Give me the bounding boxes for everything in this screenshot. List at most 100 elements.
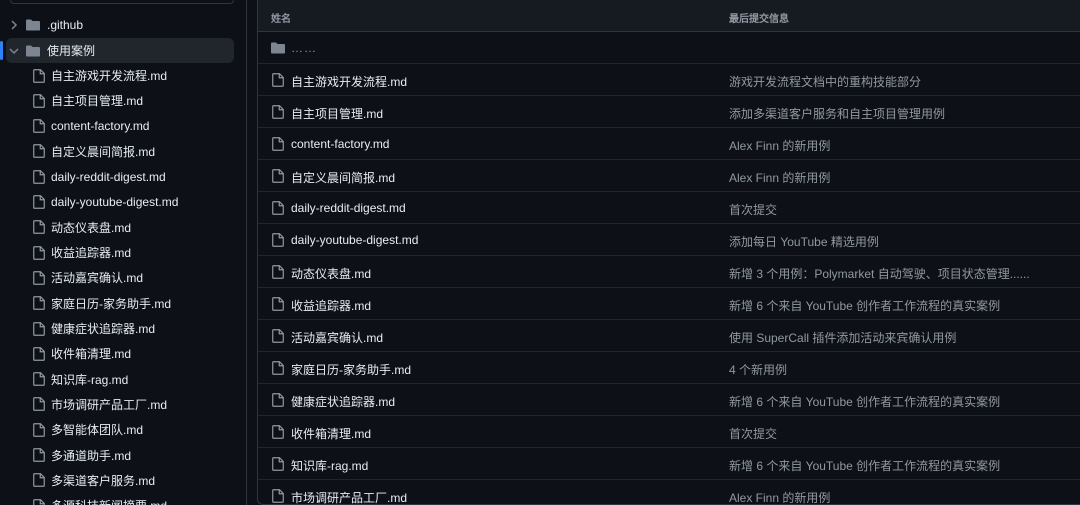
file-table: 姓名 最后提交信息 …… 自主游戏开发流程.md 游戏开发流程文档中的重构技能部分… bbox=[257, 0, 1080, 505]
commit-message-link[interactable]: 新增 6 个来自 YouTube 创作者工作流程的真实案例 bbox=[729, 297, 1000, 314]
tree-file-item[interactable]: 健康症状追踪器.md bbox=[0, 316, 234, 341]
tree-file-label: 多通道助手.md bbox=[51, 448, 132, 463]
table-row[interactable]: 自主游戏开发流程.md 游戏开发流程文档中的重构技能部分 bbox=[258, 64, 1080, 96]
file-icon bbox=[271, 137, 285, 151]
file-name-link[interactable]: 自定义晨间简报.md bbox=[291, 169, 395, 186]
commit-message-link[interactable]: Alex Finn 的新用例 bbox=[729, 137, 830, 154]
file-name-link[interactable]: daily-reddit-digest.md bbox=[291, 201, 406, 215]
table-header: 姓名 最后提交信息 bbox=[258, 0, 1080, 32]
file-icon bbox=[33, 169, 45, 184]
tree-file-label: 多源科技新闻摘要.md bbox=[51, 497, 167, 505]
file-icon bbox=[33, 498, 45, 505]
tree-file-item[interactable]: 多通道助手.md bbox=[0, 443, 234, 468]
tree-file-item[interactable]: daily-reddit-digest.md bbox=[0, 164, 234, 189]
file-icon bbox=[271, 457, 285, 471]
column-header-name: 姓名 bbox=[271, 14, 291, 25]
tree-file-item[interactable]: 多渠道客户服务.md bbox=[0, 468, 234, 493]
tree-folder-use-cases[interactable]: 使用案例 bbox=[0, 38, 234, 63]
file-icon bbox=[33, 245, 45, 260]
table-row[interactable]: 知识库-rag.md 新增 6 个来自 YouTube 创作者工作流程的真实案例 bbox=[258, 448, 1080, 480]
file-icon bbox=[33, 296, 45, 311]
tree-file-label: content-factory.md bbox=[51, 119, 150, 134]
file-name-link[interactable]: 活动嘉宾确认.md bbox=[291, 329, 383, 346]
file-name-link[interactable]: content-factory.md bbox=[291, 137, 389, 151]
table-row[interactable]: 收益追踪器.md 新增 6 个来自 YouTube 创作者工作流程的真实案例 bbox=[258, 288, 1080, 320]
tree-file-label: 市场调研产品工厂.md bbox=[51, 397, 168, 412]
file-icon bbox=[271, 297, 285, 311]
tree-file-label: 动态仪表盘.md bbox=[51, 220, 132, 235]
file-icon bbox=[33, 473, 45, 488]
file-icon bbox=[33, 119, 45, 133]
file-name-link[interactable]: 自主项目管理.md bbox=[291, 105, 383, 122]
file-name-link[interactable]: 健康症状追踪器.md bbox=[291, 393, 395, 410]
commit-message-link[interactable]: 添加多渠道客户服务和自主项目管理用例 bbox=[729, 105, 945, 122]
file-name-link[interactable]: 家庭日历-家务助手.md bbox=[291, 361, 411, 378]
table-row[interactable]: daily-reddit-digest.md 首次提交 bbox=[258, 192, 1080, 224]
chevron-right-icon[interactable] bbox=[8, 19, 20, 30]
table-row[interactable]: 家庭日历-家务助手.md 4 个新用例 bbox=[258, 352, 1080, 384]
commit-message-link[interactable]: 使用 SuperCall 插件添加活动来宾确认用例 bbox=[729, 329, 956, 346]
file-icon bbox=[271, 265, 285, 279]
file-name-link[interactable]: 收件箱清理.md bbox=[291, 425, 371, 442]
tree-file-item[interactable]: 多智能体团队.md bbox=[0, 417, 234, 442]
tree-file-item[interactable]: 动态仪表盘.md bbox=[0, 215, 234, 240]
commit-message-link[interactable]: 新增 6 个来自 YouTube 创作者工作流程的真实案例 bbox=[729, 393, 1000, 410]
file-name-link[interactable]: 动态仪表盘.md bbox=[291, 265, 371, 282]
commit-message-link[interactable]: Alex Finn 的新用例 bbox=[729, 169, 830, 186]
file-name-link[interactable]: 收益追踪器.md bbox=[291, 297, 371, 314]
commit-message-link[interactable]: 首次提交 bbox=[729, 425, 777, 442]
tree-file-item[interactable]: 收件箱清理.md bbox=[0, 341, 234, 366]
tree-file-item[interactable]: daily-youtube-digest.md bbox=[0, 190, 234, 215]
file-icon bbox=[271, 169, 285, 183]
table-row[interactable]: content-factory.md Alex Finn 的新用例 bbox=[258, 128, 1080, 160]
table-row[interactable]: 健康症状追踪器.md 新增 6 个来自 YouTube 创作者工作流程的真实案例 bbox=[258, 384, 1080, 416]
tree-file-item[interactable]: 多源科技新闻摘要.md bbox=[0, 493, 234, 505]
parent-directory-row[interactable]: …… bbox=[258, 32, 1080, 64]
table-row[interactable]: 市场调研产品工厂.md Alex Finn 的新用例 bbox=[258, 480, 1080, 504]
table-row[interactable]: 动态仪表盘.md 新增 3 个用例：Polymarket 自动驾驶、项目状态管理.… bbox=[258, 256, 1080, 288]
table-row[interactable]: daily-youtube-digest.md 添加每日 YouTube 精选用例 bbox=[258, 224, 1080, 256]
commit-message-link[interactable]: 4 个新用例 bbox=[729, 361, 787, 378]
folder-icon bbox=[271, 41, 285, 55]
file-name-link[interactable]: 市场调研产品工厂.md bbox=[291, 489, 407, 504]
file-name-link[interactable]: daily-youtube-digest.md bbox=[291, 233, 418, 247]
file-name-link[interactable]: 自主游戏开发流程.md bbox=[291, 73, 407, 90]
file-icon bbox=[33, 346, 45, 361]
file-icon bbox=[271, 425, 285, 439]
parent-directory-link[interactable]: …… bbox=[291, 41, 317, 55]
table-row[interactable]: 自定义晨间简报.md Alex Finn 的新用例 bbox=[258, 160, 1080, 192]
tree-file-item[interactable]: content-factory.md bbox=[0, 114, 234, 139]
tree-folder-label: .github bbox=[47, 17, 84, 32]
tree-folder-github[interactable]: .github bbox=[0, 12, 234, 37]
tree-file-item[interactable]: 知识库-rag.md bbox=[0, 367, 234, 392]
file-name-link[interactable]: 知识库-rag.md bbox=[291, 457, 368, 474]
tree-file-label: 家庭日历-家务助手.md bbox=[51, 296, 172, 311]
commit-message-link[interactable]: 新增 6 个来自 YouTube 创作者工作流程的真实案例 bbox=[729, 457, 1000, 474]
tree-file-item[interactable]: 自主项目管理.md bbox=[0, 88, 234, 113]
tree-file-label: daily-reddit-digest.md bbox=[51, 169, 166, 184]
commit-message-link[interactable]: 首次提交 bbox=[729, 201, 777, 218]
file-icon bbox=[33, 144, 45, 159]
tree-file-item[interactable]: 家庭日历-家务助手.md bbox=[0, 291, 234, 316]
tree-file-label: 自定义晨间简报.md bbox=[51, 144, 156, 159]
tree-file-item[interactable]: 自定义晨间简报.md bbox=[0, 139, 234, 164]
commit-message-link[interactable]: 新增 3 个用例：Polymarket 自动驾驶、项目状态管理...... bbox=[729, 265, 1030, 282]
tree-file-item[interactable]: 收益追踪器.md bbox=[0, 240, 234, 265]
table-row[interactable]: 收件箱清理.md 首次提交 bbox=[258, 416, 1080, 448]
file-icon bbox=[271, 393, 285, 407]
tree-file-item[interactable]: 自主游戏开发流程.md bbox=[0, 63, 234, 88]
file-icon bbox=[271, 105, 285, 119]
tree-file-label: 收益追踪器.md bbox=[51, 246, 132, 261]
tree-file-label: 自主游戏开发流程.md bbox=[51, 69, 168, 83]
file-icon bbox=[33, 372, 45, 386]
table-row[interactable]: 活动嘉宾确认.md 使用 SuperCall 插件添加活动来宾确认用例 bbox=[258, 320, 1080, 352]
tree-file-label: daily-youtube-digest.md bbox=[51, 195, 179, 209]
commit-message-link[interactable]: 添加每日 YouTube 精选用例 bbox=[729, 233, 879, 250]
tree-file-item[interactable]: 市场调研产品工厂.md bbox=[0, 392, 234, 417]
chevron-down-icon[interactable] bbox=[8, 47, 20, 55]
tree-file-item[interactable]: 活动嘉宾确认.md bbox=[0, 265, 234, 290]
commit-message-link[interactable]: Alex Finn 的新用例 bbox=[729, 489, 830, 504]
table-row[interactable]: 自主项目管理.md 添加多渠道客户服务和自主项目管理用例 bbox=[258, 96, 1080, 128]
commit-message-link[interactable]: 游戏开发流程文档中的重构技能部分 bbox=[729, 73, 921, 90]
file-icon bbox=[33, 68, 45, 83]
